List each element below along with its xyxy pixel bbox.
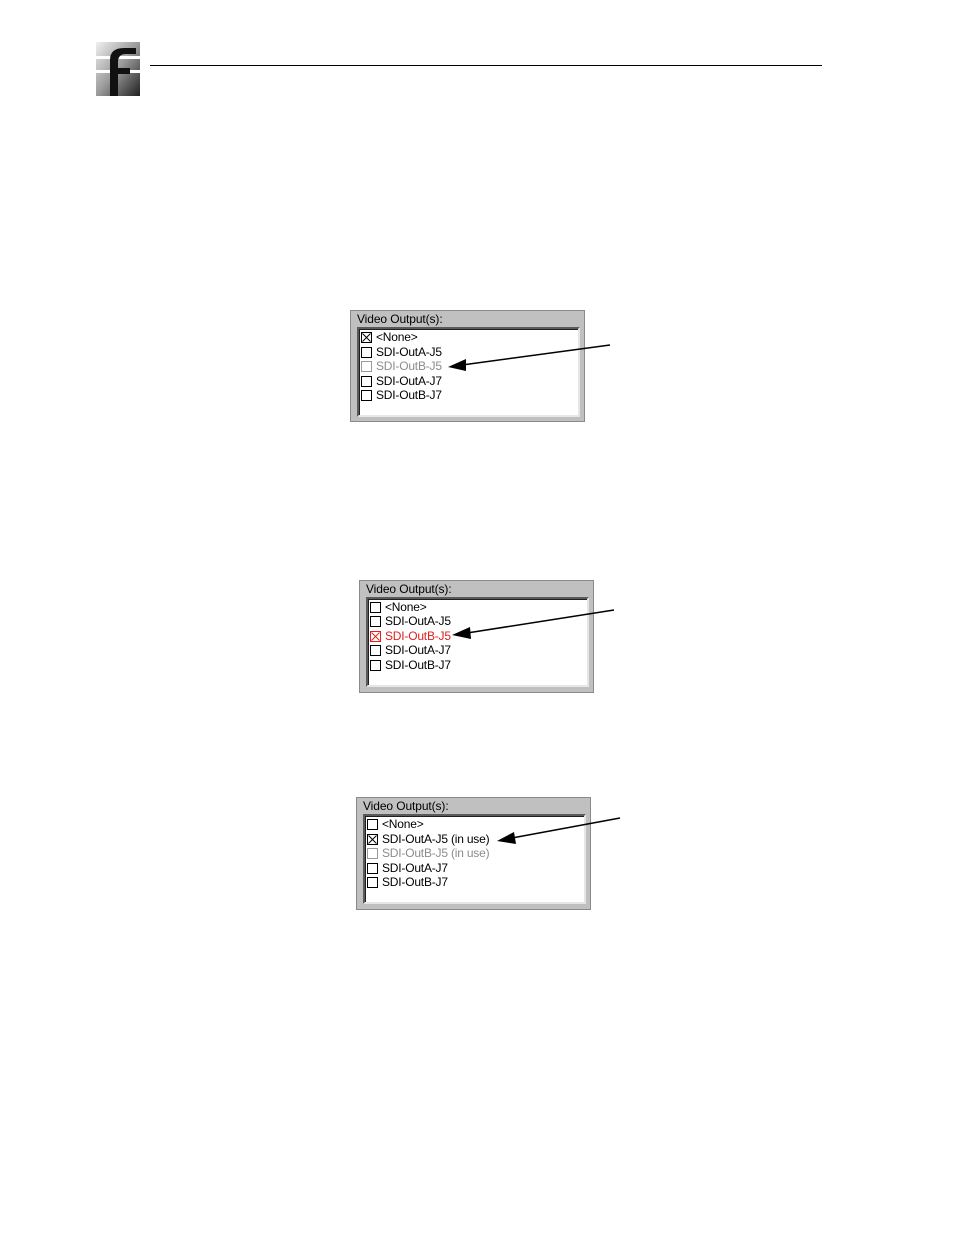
callout-arrow-3 (497, 817, 621, 844)
